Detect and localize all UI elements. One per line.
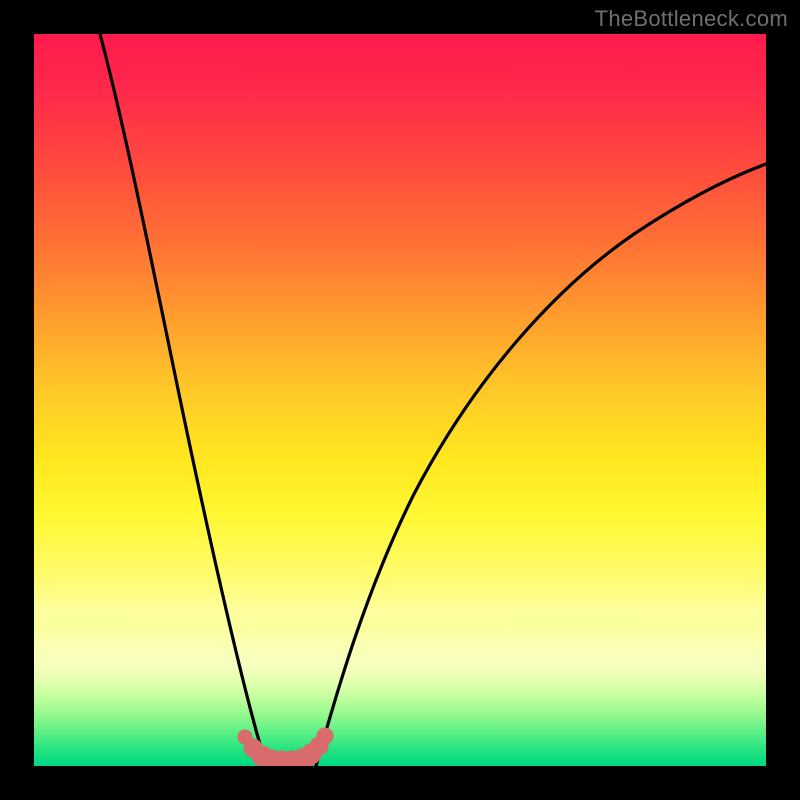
plot-area [34,34,766,766]
chart-frame: TheBottleneck.com [0,0,800,800]
bottom-marker-group [238,728,333,766]
left-branch-curve [100,34,267,766]
right-branch-curve [316,164,766,766]
curve-layer [34,34,766,766]
watermark-text: TheBottleneck.com [595,6,788,32]
